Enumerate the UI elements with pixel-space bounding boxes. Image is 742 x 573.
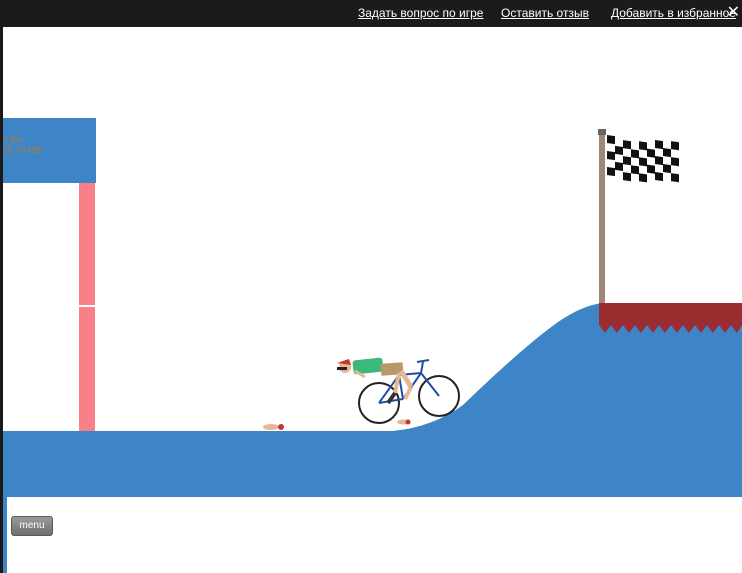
ask-question-link[interactable]: Задать вопрос по игре: [358, 6, 483, 20]
game-scene: [3, 129, 742, 573]
memory-counter: 15.70 MB: [3, 145, 42, 155]
severed-leg: [397, 419, 411, 425]
game-canvas[interactable]: 0 fps 15.70 MB menu: [3, 27, 742, 573]
flag-pole: [599, 131, 605, 303]
severed-arm: [263, 424, 284, 430]
ground-terrain: [3, 303, 742, 497]
fps-counter: 0 fps: [3, 134, 23, 144]
pillar-upper: [79, 183, 95, 305]
close-icon[interactable]: ✕: [727, 2, 740, 21]
top-bar: Задать вопрос по игре Оставить отзыв Доб…: [0, 0, 742, 27]
add-favorite-link[interactable]: Добавить в избранное: [611, 6, 736, 20]
flag-pole-cap: [598, 129, 606, 135]
debug-panel: 0 fps 15.70 MB: [3, 118, 96, 183]
ground-edge: [3, 497, 7, 573]
checkered-flag-icon: [607, 135, 679, 183]
leave-review-link[interactable]: Оставить отзыв: [501, 6, 589, 20]
pillar-lower: [79, 307, 95, 431]
menu-button[interactable]: menu: [11, 516, 53, 536]
